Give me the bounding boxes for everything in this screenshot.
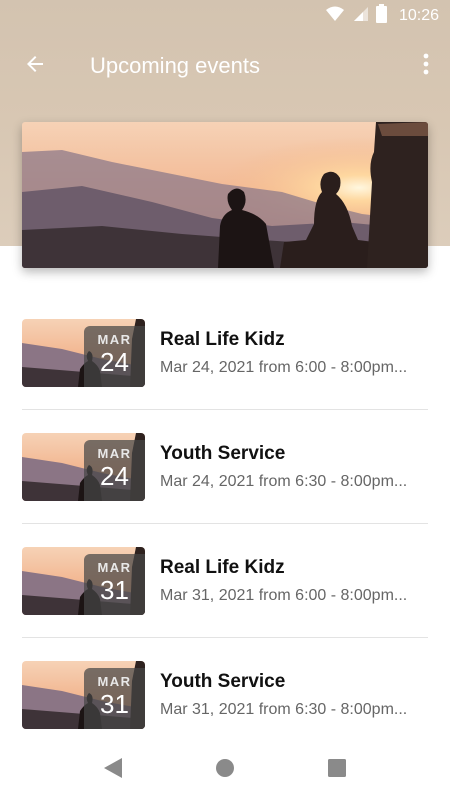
date-badge: MAR 24 — [84, 325, 145, 387]
event-datetime: Mar 24, 2021 from 6:00 - 8:00pm... — [160, 358, 408, 376]
page-title: Upcoming events — [90, 53, 260, 78]
date-day: 31 — [100, 574, 129, 605]
date-month: MAR — [97, 331, 132, 347]
event-title: Youth Service — [160, 442, 286, 464]
date-day: 24 — [100, 346, 129, 377]
event-title: Real Life Kidz — [160, 556, 285, 578]
wifi-icon — [325, 6, 344, 27]
date-badge: MAR 31 — [84, 668, 145, 729]
event-row[interactable]: MAR 31 Youth Service Mar 31, 2021 from 6… — [22, 638, 428, 752]
event-row[interactable]: MAR 24 Real Life Kidz Mar 24, 2021 from … — [22, 296, 428, 410]
event-row[interactable]: MAR 31 Real Life Kidz Mar 31, 2021 from … — [22, 524, 428, 638]
date-day: 24 — [100, 460, 129, 491]
event-datetime: Mar 31, 2021 from 6:30 - 8:00pm... — [160, 701, 408, 718]
nav-home-icon — [215, 758, 235, 783]
status-time: 10:26 — [398, 7, 439, 24]
system-nav-bar — [0, 740, 450, 800]
nav-home-button[interactable] — [169, 740, 281, 800]
nav-recents-button[interactable] — [281, 740, 393, 800]
back-button[interactable] — [3, 36, 67, 96]
nav-back-button[interactable] — [57, 740, 169, 800]
back-arrow-icon — [23, 52, 47, 81]
event-list: MAR 24 Real Life Kidz Mar 24, 2021 from … — [0, 296, 450, 752]
event-text: Youth Service Mar 24, 2021 from 6:30 - 8… — [160, 443, 428, 491]
featured-event-image[interactable] — [22, 122, 428, 268]
event-thumbnail: MAR 24 — [22, 432, 145, 501]
event-text: Real Life Kidz Mar 24, 2021 from 6:00 - … — [160, 329, 428, 377]
status-bar: 10:26 — [0, 0, 450, 32]
event-text: Youth Service Mar 31, 2021 from 6:30 - 8… — [160, 671, 428, 719]
nav-back-icon — [103, 757, 123, 784]
more-vert-icon — [423, 53, 429, 80]
app-bar: Upcoming events — [0, 36, 450, 96]
more-options-button[interactable] — [404, 36, 448, 96]
date-badge: MAR 31 — [84, 553, 145, 615]
date-month: MAR — [97, 559, 132, 575]
signal-icon — [352, 6, 368, 27]
date-month: MAR — [97, 674, 132, 689]
date-badge: MAR 24 — [84, 439, 145, 501]
nav-recents-icon — [327, 758, 347, 783]
battery-icon — [375, 4, 387, 28]
sunset-photo — [22, 122, 428, 268]
date-month: MAR — [97, 445, 132, 461]
event-thumbnail: MAR 31 — [22, 546, 145, 615]
event-row[interactable]: MAR 24 Youth Service Mar 24, 2021 from 6… — [22, 410, 428, 524]
event-text: Real Life Kidz Mar 31, 2021 from 6:00 - … — [160, 557, 428, 605]
event-title: Real Life Kidz — [160, 328, 285, 350]
event-datetime: Mar 31, 2021 from 6:00 - 8:00pm... — [160, 586, 408, 604]
event-thumbnail: MAR 24 — [22, 318, 145, 387]
event-datetime: Mar 24, 2021 from 6:30 - 8:00pm... — [160, 472, 408, 490]
event-thumbnail: MAR 31 — [22, 661, 145, 729]
date-day: 31 — [100, 689, 129, 719]
event-title: Youth Service — [160, 671, 286, 692]
